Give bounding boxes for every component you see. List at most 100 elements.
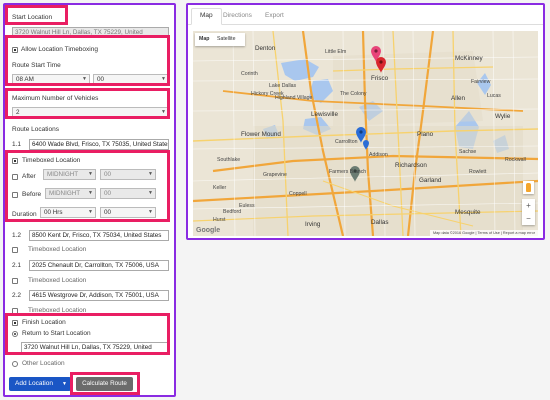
city-label: Denton	[255, 45, 276, 52]
chevron-down-icon: ▼	[161, 76, 166, 82]
max-vehicles-label: Maximum Number of Vehicles	[12, 95, 99, 102]
city-label: Addison	[369, 152, 388, 158]
city-label: Keller	[213, 185, 227, 191]
city-label: Highland Village	[275, 95, 313, 101]
calculate-route-button[interactable]: Calculate Route	[76, 377, 133, 391]
city-label: Hurst	[213, 217, 226, 223]
route-form-panel: Start Location 3720 Walnut Hill Ln, Dall…	[3, 3, 176, 397]
tab-directions[interactable]: Directions	[223, 12, 252, 19]
route-start-minute-select[interactable]: 00 ▼	[93, 74, 169, 85]
city-label: Frisco	[371, 75, 389, 82]
location-address-input[interactable]: 6400 Wade Blvd, Frisco, TX 75035, United…	[29, 139, 169, 150]
city-label: Southlake	[217, 157, 241, 163]
before-hour-value: MIDNIGHT	[49, 190, 81, 197]
city-label: McKinney	[455, 55, 483, 62]
city-label: Sachse	[459, 149, 477, 155]
allow-timeboxing-label: Allow Location Timeboxing	[21, 46, 98, 53]
finish-location-checkbox[interactable]	[12, 320, 18, 326]
route-start-minute-value: 00	[97, 76, 105, 83]
city-label: Lucas	[487, 93, 501, 99]
city-label: Mesquite	[455, 209, 481, 216]
return-to-start-radio[interactable]	[12, 331, 18, 337]
duration-hours-value: 00 Hrs	[44, 209, 63, 216]
route-start-hour-value: 08 AM	[16, 76, 34, 83]
chevron-down-icon: ▼	[148, 190, 153, 196]
before-minute-select[interactable]: 00 ▼	[100, 188, 156, 199]
finish-location-label: Finish Location	[22, 319, 66, 326]
location-address-input[interactable]: 2025 Chenault Dr, Carrollton, TX 75006, …	[29, 260, 169, 271]
allow-timeboxing-checkbox[interactable]	[12, 47, 18, 53]
chevron-down-icon: ▼	[62, 381, 67, 387]
start-location-label: Start Location	[12, 14, 53, 21]
map-type-control[interactable]: Map Satellite	[195, 33, 245, 46]
location-number: 2.2	[12, 292, 22, 299]
city-label: Flower Mound	[241, 131, 281, 138]
chevron-down-icon: ▼	[82, 76, 87, 82]
city-label: The Colony	[340, 91, 367, 97]
city-label: Lewisville	[311, 111, 338, 118]
other-location-radio[interactable]	[12, 361, 18, 367]
map-panel: Map Directions Export Map Satellite Dent…	[186, 3, 545, 240]
location-number: 1.1	[12, 141, 22, 148]
timeboxed-location-checkbox[interactable]	[12, 247, 18, 253]
chevron-down-icon: ▼	[88, 209, 93, 215]
location-address-input[interactable]: 4615 Westgrove Dr, Addison, TX 75001, US…	[29, 290, 169, 301]
duration-minutes-value: 00	[104, 209, 112, 216]
zoom-control[interactable]: + −	[522, 199, 535, 225]
zoom-in-icon[interactable]: +	[522, 199, 535, 212]
max-vehicles-value: 2	[16, 109, 20, 116]
city-label: Coppell	[289, 191, 307, 197]
chevron-down-icon: ▼	[161, 109, 166, 115]
after-hour-value: MIDNIGHT	[47, 171, 79, 178]
zoom-out-icon[interactable]: −	[522, 212, 535, 225]
city-label: Plano	[417, 131, 434, 138]
max-vehicles-select[interactable]: 2 ▼	[12, 107, 169, 118]
map-type-map[interactable]: Map	[199, 33, 209, 46]
city-label: Grapevine	[263, 172, 287, 178]
timeboxed-location-checkbox[interactable]	[12, 158, 18, 164]
timeboxed-location-label: Timeboxed Location	[28, 307, 87, 314]
google-logo: Google	[196, 227, 221, 234]
after-label: After	[22, 173, 36, 180]
city-label: Corinth	[241, 71, 258, 77]
tab-map[interactable]: Map	[191, 8, 222, 25]
after-checkbox[interactable]	[12, 174, 18, 180]
tab-export[interactable]: Export	[265, 12, 284, 19]
city-label: Bedford	[223, 209, 242, 215]
add-location-label: Add Location	[15, 380, 53, 387]
after-hour-select[interactable]: MIDNIGHT ▼	[43, 169, 96, 180]
chevron-down-icon: ▼	[148, 171, 153, 177]
city-label: Richardson	[395, 162, 427, 169]
map-view[interactable]: Map Satellite Denton Little Elm Frisco M…	[193, 31, 538, 236]
city-label: Farmers Branch	[329, 169, 367, 175]
start-location-input[interactable]: 3720 Walnut Hill Ln, Dallas, TX 75229, U…	[12, 27, 169, 38]
route-locations-label: Route Locations	[12, 126, 59, 133]
duration-minutes-select[interactable]: 00 ▼	[100, 207, 156, 218]
chevron-down-icon: ▼	[88, 190, 93, 196]
before-hour-select[interactable]: MIDNIGHT ▼	[45, 188, 96, 199]
city-label: Wylie	[495, 113, 511, 120]
timeboxed-location-checkbox[interactable]	[12, 308, 18, 314]
route-start-hour-select[interactable]: 08 AM ▼	[12, 74, 90, 85]
city-label: Lake Dallas	[269, 83, 297, 89]
before-label: Before	[22, 191, 42, 198]
add-location-button[interactable]: Add Location ▼	[9, 377, 71, 391]
duration-hours-select[interactable]: 00 Hrs ▼	[40, 207, 96, 218]
city-label: Euless	[239, 203, 255, 209]
timeboxed-location-label: Timeboxed Location	[22, 157, 81, 164]
timeboxed-location-checkbox[interactable]	[12, 278, 18, 284]
before-checkbox[interactable]	[12, 192, 18, 198]
chevron-down-icon: ▼	[88, 171, 93, 177]
route-start-time-label: Route Start Time	[12, 62, 61, 69]
return-location-input[interactable]: 3720 Walnut Hill Ln, Dallas, TX 75229, U…	[21, 342, 169, 353]
map-type-satellite[interactable]: Satellite	[217, 33, 235, 46]
city-label: Carrollton	[335, 139, 358, 145]
street-view-pegman-icon[interactable]	[523, 181, 534, 194]
city-label: Garland	[419, 177, 442, 184]
after-minute-select[interactable]: 00 ▼	[100, 169, 156, 180]
city-label: Dallas	[371, 219, 389, 226]
map-attribution[interactable]: Map data ©2016 Google | Terms of Use | R…	[430, 230, 538, 236]
location-address-input[interactable]: 8500 Kent Dr, Frisco, TX 75034, United S…	[29, 230, 169, 241]
map-tabs: Map Directions Export	[188, 5, 543, 25]
return-to-start-label: Return to Start Location	[22, 330, 91, 337]
